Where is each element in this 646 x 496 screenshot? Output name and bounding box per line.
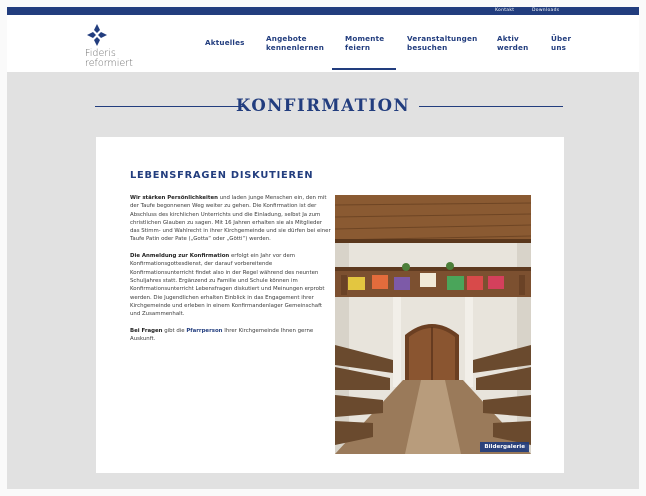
paragraph-text: gibt die: [162, 327, 187, 334]
top-utility-bar: Kontakt Downloads: [7, 7, 639, 15]
site-header: Fideris reformiert Aktuelles Angebote ke…: [7, 15, 639, 72]
nav-label: Aktuelles: [205, 38, 245, 47]
nav-item-ueber-uns[interactable]: Über uns: [551, 34, 571, 52]
bold-lead: Bei Fragen: [130, 327, 163, 334]
topbar-link-downloads[interactable]: Downloads: [532, 7, 559, 15]
paragraph-text: erfolgt ein Jahr vor dem Konfirmationsgo…: [130, 253, 325, 318]
church-photo[interactable]: Bildergalerie: [335, 195, 531, 454]
content-card: LEBENSFRAGEN DISKUTIEREN Wir stärken Per…: [96, 137, 564, 473]
nav-label: kennenlernen: [266, 42, 325, 52]
gallery-button[interactable]: Bildergalerie: [480, 442, 529, 452]
section-title: LEBENSFRAGEN DISKUTIEREN: [130, 170, 314, 181]
nav-item-momente[interactable]: Momente feiern: [345, 34, 384, 52]
title-divider-right: [419, 106, 563, 107]
paragraph-questions: Bei Fragen gibt die Pfarrperson Ihrer Ki…: [130, 327, 332, 344]
nav-label: besuchen: [407, 42, 448, 52]
church-interior-image: [335, 195, 531, 454]
page-frame: Kontakt Downloads Fideris reformiert Akt…: [7, 7, 639, 489]
logo-line-2: reformiert: [85, 58, 133, 69]
nav-item-aktuelles[interactable]: Aktuelles: [205, 38, 245, 48]
paragraph-registration: Die Anmeldung zur Konfirmation erfolgt e…: [130, 252, 332, 318]
nav-label: werden: [497, 42, 529, 52]
nav-active-indicator: [332, 68, 396, 70]
paragraph-text: und laden junge Menschen ein, den mit de…: [130, 195, 331, 243]
cross-logo-icon: [87, 24, 107, 46]
nav-label: feiern: [345, 42, 371, 52]
logo-text: Fideris reformiert: [85, 49, 133, 69]
nav-item-aktiv[interactable]: Aktiv werden: [497, 34, 529, 52]
nav-item-veranstaltungen[interactable]: Veranstaltungen besuchen: [407, 34, 477, 52]
paragraph-intro: Wir stärken Persönlichkeiten und laden j…: [130, 194, 332, 244]
bold-lead: Wir stärken Persönlichkeiten: [130, 195, 218, 201]
page-title-row: KONFIRMATION: [7, 95, 639, 119]
bold-lead: Die Anmeldung zur Konfirmation: [130, 253, 230, 260]
nav-item-angebote[interactable]: Angebote kennenlernen: [266, 34, 325, 52]
pfarrperson-link[interactable]: Pfarrperson: [186, 328, 222, 334]
topbar-link-kontakt[interactable]: Kontakt: [495, 7, 514, 15]
nav-label: uns: [551, 42, 567, 52]
body-text: Wir stärken Persönlichkeiten und laden j…: [130, 194, 332, 352]
